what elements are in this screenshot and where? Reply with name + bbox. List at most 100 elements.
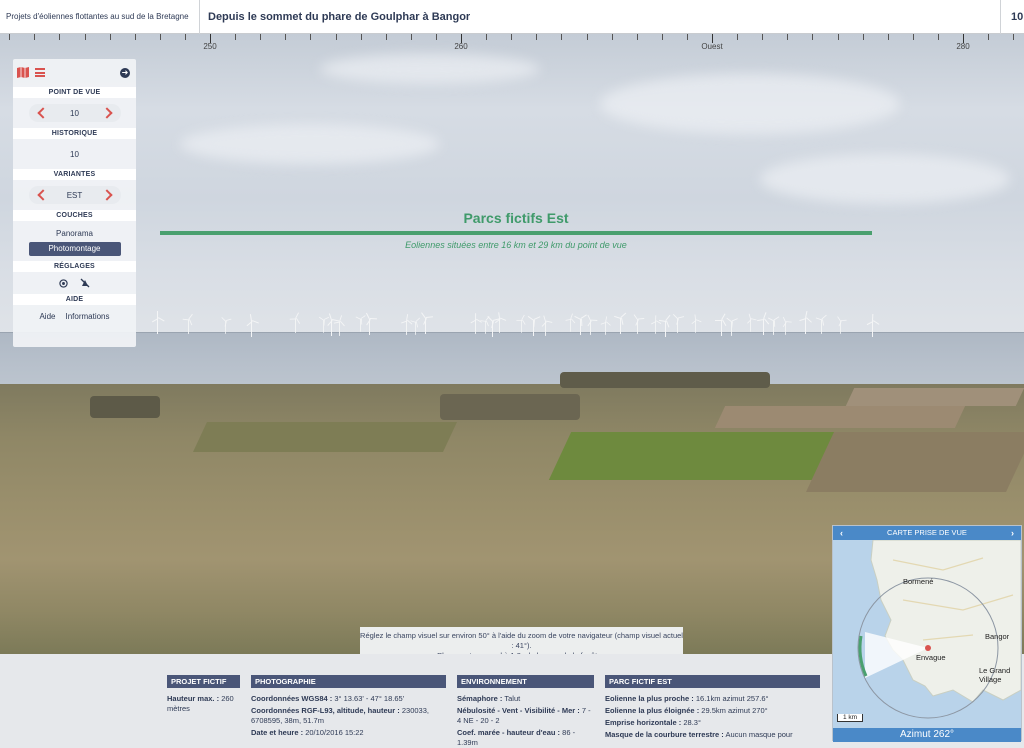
ruler-tick (636, 34, 638, 40)
ruler-tick (435, 34, 437, 40)
plowed-field (714, 406, 966, 428)
wind-turbine (289, 312, 302, 333)
project-title[interactable]: Projets d'éoliennes flottantes au sud de… (0, 0, 200, 34)
map-place-grand-village: Le Grand Village (979, 666, 1011, 684)
wind-turbine (586, 314, 597, 335)
ruler-label: 260 (454, 42, 468, 51)
previous-variant-chevron-icon[interactable] (37, 190, 46, 200)
point-de-vue-value: 10 (70, 108, 79, 118)
map-canvas[interactable]: Bormené Bangor Envague Le Grand Village … (833, 540, 1021, 728)
map-header: ‹ CARTE PRISE DE VUE › (833, 526, 1021, 540)
previous-viewpoint-chevron-icon[interactable] (37, 108, 46, 118)
point-de-vue-stepper: 10 (28, 104, 121, 122)
ruler-tick (661, 34, 663, 40)
map-scale-bar: 1 km (837, 714, 863, 722)
projet-column: PROJET FICTIF Hauteur max. : 260 mètres (167, 675, 240, 716)
ruler-tick (486, 34, 488, 40)
ruler-tick (862, 34, 864, 40)
cliff (440, 394, 580, 420)
wind-turbine (658, 314, 672, 337)
ruler-tick (410, 34, 412, 40)
variantes-row: EST (13, 180, 136, 210)
view-title: Depuis le sommet du phare de Goulphar à … (208, 10, 471, 23)
maree-label: Coef. marée - hauteur d'eau : (457, 728, 561, 737)
menu-icon[interactable] (35, 68, 45, 77)
wgs-label: Coordonnées WGS84 : (251, 694, 333, 703)
cloud (320, 54, 540, 84)
historique-label: HISTORIQUE (13, 128, 136, 139)
map-prev-chevron-icon[interactable]: ‹ (840, 526, 843, 540)
reglages-label: RÉGLAGES (13, 261, 136, 272)
variantes-label: VARIANTES (13, 169, 136, 180)
viewpoint-map: ‹ CARTE PRISE DE VUE › Bormené Bangor En… (832, 525, 1022, 742)
ruler-label: 280 (956, 42, 970, 51)
arrow-right-circle-icon[interactable]: ➜ (120, 68, 130, 78)
map-title: CARTE PRISE DE VUE (887, 528, 967, 537)
ruler-tick (310, 34, 312, 40)
map-place-envague: Envague (916, 653, 946, 662)
date-label: Date et heure : (251, 728, 304, 737)
target-icon[interactable] (59, 278, 68, 288)
variante-value: EST (66, 190, 83, 200)
masque-value: Aucun masque pour (725, 730, 793, 739)
plowed-field (806, 432, 1024, 492)
ruler-tick (887, 34, 889, 40)
ruler-label: Ouest (701, 42, 723, 51)
eloignee-label: Eolienne la plus éloignée : (605, 706, 700, 715)
ruler-tick (536, 34, 538, 40)
page-number[interactable]: 10 (1000, 0, 1024, 34)
ruler-tick (59, 34, 61, 40)
ruler-tick (611, 34, 613, 40)
semaphore-value: Talut (504, 694, 521, 703)
ruler-tick (109, 34, 111, 40)
wind-turbine (516, 314, 527, 333)
wind-turbine (815, 314, 828, 334)
wind-turbine (420, 312, 433, 334)
map-icon[interactable] (17, 67, 29, 78)
wind-turbine (151, 311, 165, 334)
next-variant-chevron-icon[interactable] (104, 190, 113, 200)
ruler-tick (159, 34, 161, 40)
wind-turbine (746, 313, 757, 332)
informations-link[interactable]: Informations (65, 312, 109, 321)
aide-row: Aide Informations (13, 305, 136, 327)
ruler-tick (988, 34, 990, 40)
date-value: 20/10/2016 15:22 (305, 728, 364, 737)
wind-turbine (364, 312, 377, 335)
layer-photomontage-button[interactable]: Photomontage (28, 241, 121, 256)
parcs-extent-bar (160, 231, 872, 235)
azimut-readout: Azimut 262° (833, 728, 1021, 742)
nebulosite-label: Nébulosité - Vent - Visibilité - Mer : (457, 706, 580, 715)
point-de-vue-label: POINT DE VUE (13, 87, 136, 98)
wind-turbine (600, 316, 611, 335)
wind-turbine (182, 313, 195, 334)
wind-turbine (221, 316, 231, 334)
ruler-tick (285, 34, 287, 40)
photo-head: PHOTOGRAPHIE (251, 675, 446, 688)
reglages-row (13, 272, 136, 294)
ruler-tick (84, 34, 86, 40)
layer-panorama-button[interactable]: Panorama (29, 227, 121, 241)
panel-topbar: ➜ (13, 59, 136, 87)
historique-item[interactable]: 10 (70, 150, 79, 159)
wind-turbine (333, 315, 346, 336)
compass-off-icon[interactable] (80, 278, 90, 288)
control-panel: ➜ POINT DE VUE 10 HISTORIQUE 10 VARIANTE… (13, 59, 136, 347)
wind-turbine (798, 310, 812, 334)
next-viewpoint-chevron-icon[interactable] (104, 108, 113, 118)
wind-turbine (725, 316, 738, 336)
proche-label: Eolienne la plus proche : (605, 694, 694, 703)
semaphore-label: Sémaphore : (457, 694, 503, 703)
parcs-subtitle: Eoliennes situées entre 16 km et 29 km d… (405, 240, 627, 250)
aide-link[interactable]: Aide (39, 312, 55, 321)
ruler-tick (360, 34, 362, 40)
azimuth-ruler: 250 260 Ouest 280 (0, 34, 1024, 51)
wgs-value: 3° 13.63' - 47° 18.65' (334, 694, 405, 703)
map-next-chevron-icon[interactable]: › (1011, 526, 1014, 540)
ruler-tick (586, 34, 588, 40)
ruler-tick (184, 34, 186, 40)
ruler-tick (762, 34, 764, 40)
historique-row: 10 (13, 139, 136, 169)
couches-list: Panorama Photomontage (13, 221, 136, 261)
headland (560, 372, 770, 388)
